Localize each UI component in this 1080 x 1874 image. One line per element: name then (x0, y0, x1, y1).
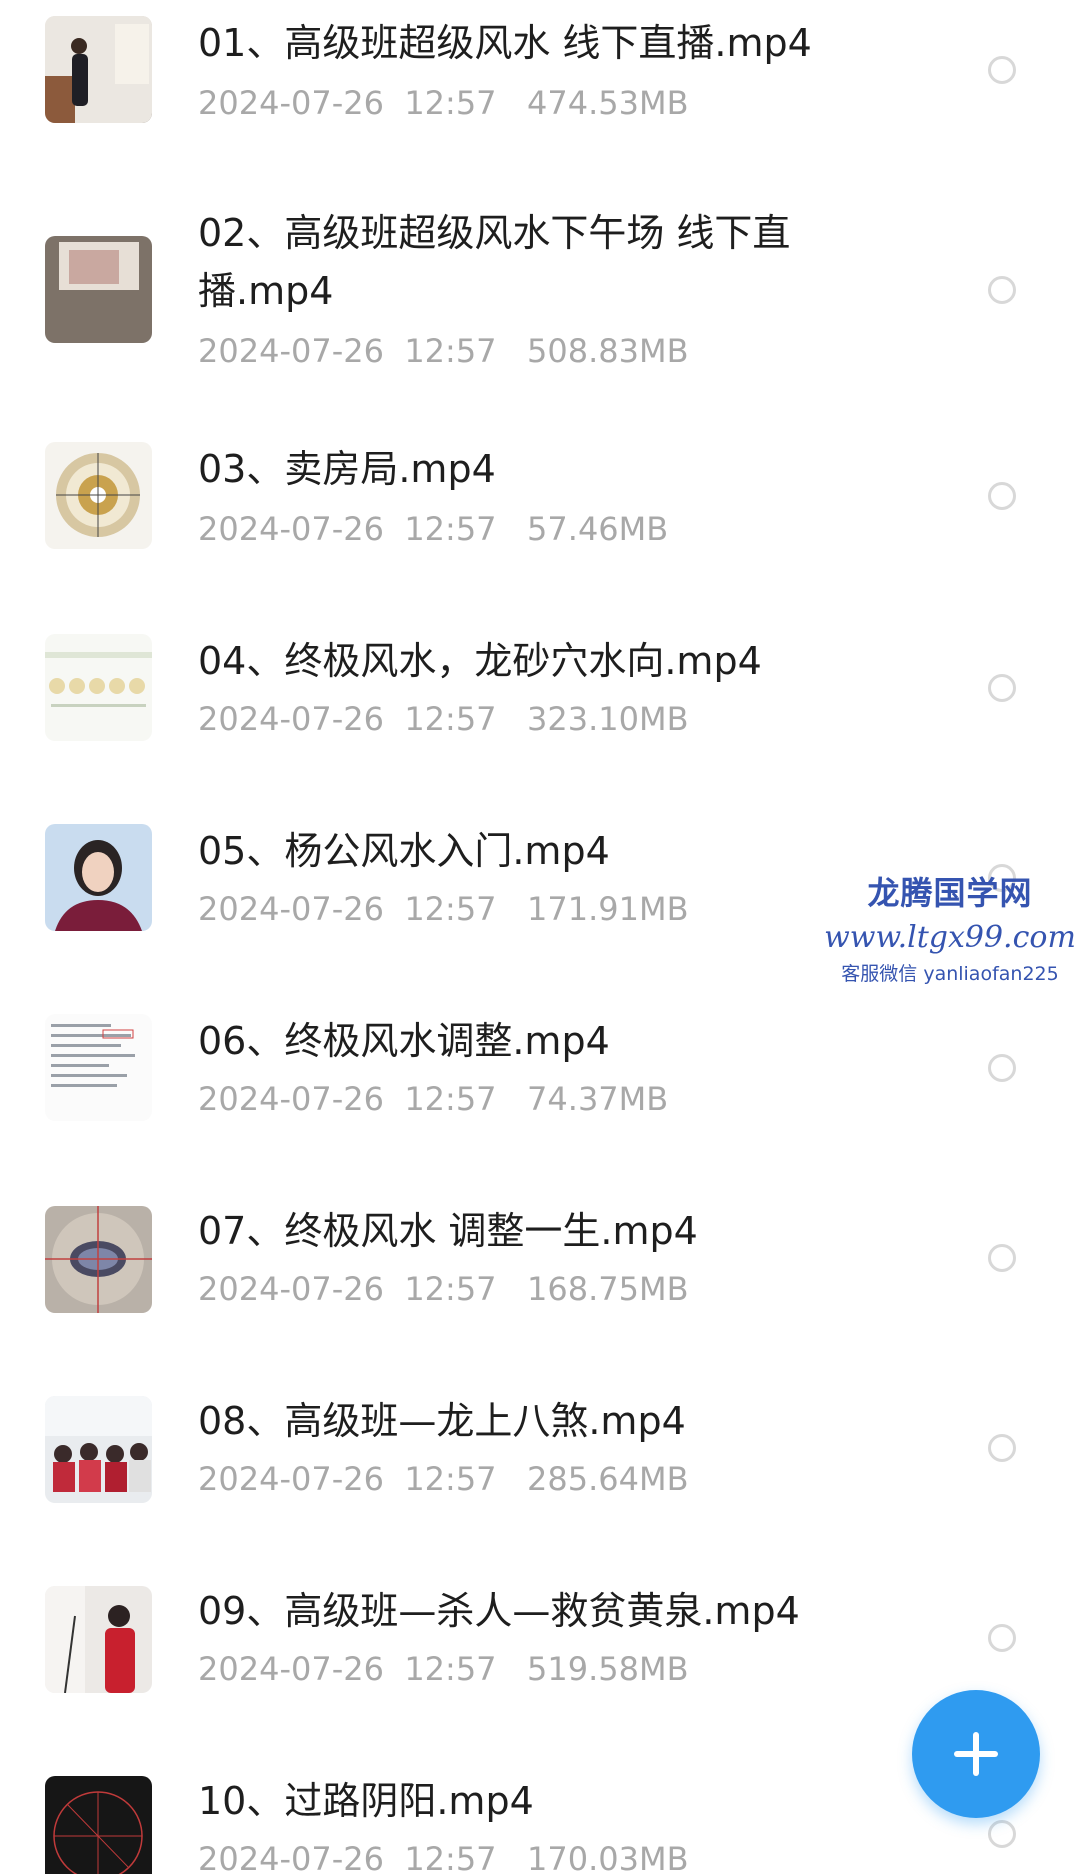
file-date: 2024-07-26 (198, 1270, 384, 1308)
file-meta: 2024-07-26 12:57 168.75MB (198, 1270, 689, 1308)
file-size: 474.53MB (527, 84, 689, 122)
text-document-thumbnail (45, 1014, 152, 1121)
video-thumbnail (45, 442, 152, 549)
file-list-screen: 01、高级班超级风水 线下直播.mp4 2024-07-26 12:57 474… (0, 0, 1080, 1874)
file-meta: 2024-07-26 12:57 170.03MB (198, 1840, 689, 1874)
select-radio[interactable] (988, 1820, 1016, 1848)
select-radio[interactable] (988, 1244, 1016, 1272)
file-date: 2024-07-26 (198, 84, 384, 122)
file-date: 2024-07-26 (198, 700, 384, 738)
lecturer-thumbnail (45, 1586, 152, 1693)
file-name: 02、高级班超级风水下午场 线下直播.mp4 (198, 211, 791, 313)
file-name: 08、高级班—龙上八煞.mp4 (198, 1399, 686, 1443)
file-meta: 2024-07-26 12:57 474.53MB (198, 84, 689, 122)
video-thumbnail (45, 1396, 152, 1503)
file-date: 2024-07-26 (198, 1840, 384, 1874)
file-meta: 2024-07-26 12:57 323.10MB (198, 700, 689, 738)
select-radio[interactable] (988, 1434, 1016, 1462)
file-date: 2024-07-26 (198, 510, 384, 548)
video-thumbnail (45, 1206, 152, 1313)
file-size: 168.75MB (527, 1270, 689, 1308)
select-radio[interactable] (988, 482, 1016, 510)
plus-icon (954, 1732, 998, 1776)
file-date: 2024-07-26 (198, 1080, 384, 1118)
file-time: 12:57 (404, 1650, 497, 1688)
file-meta: 2024-07-26 12:57 57.46MB (198, 510, 668, 548)
video-thumbnail (45, 1014, 152, 1121)
watermark-contact: 客服微信 yanliaofan225 (841, 963, 1059, 985)
video-thumbnail (45, 634, 152, 741)
file-time: 12:57 (404, 84, 497, 122)
file-size: 171.91MB (527, 890, 689, 928)
video-thumbnail (45, 16, 152, 123)
video-thumbnail (45, 824, 152, 931)
file-name: 03、卖房局.mp4 (198, 447, 496, 491)
watermark-title: 龙腾国学网 (867, 874, 1033, 912)
file-time: 12:57 (404, 1840, 497, 1874)
file-size: 508.83MB (527, 332, 689, 370)
file-time: 12:57 (404, 700, 497, 738)
thumbnail-scene (45, 236, 152, 343)
file-time: 12:57 (404, 510, 497, 548)
video-thumbnail (45, 1776, 152, 1874)
file-time: 12:57 (404, 332, 497, 370)
file-date: 2024-07-26 (198, 332, 384, 370)
file-name: 07、终极风水 调整一生.mp4 (198, 1209, 698, 1253)
select-radio[interactable] (988, 56, 1016, 84)
classroom-thumbnail (45, 1396, 152, 1503)
compass-thumbnail (45, 442, 152, 549)
file-size: 519.58MB (527, 1650, 689, 1688)
file-name: 05、杨公风水入门.mp4 (198, 829, 610, 873)
file-name: 09、高级班—杀人—救贫黄泉.mp4 (198, 1589, 800, 1633)
video-thumbnail (45, 236, 152, 343)
file-name: 01、高级班超级风水 线下直播.mp4 (198, 21, 812, 65)
file-size: 57.46MB (527, 510, 669, 548)
watermark: 龙腾国学网 www.ltgx99.com 客服微信 yanliaofan225 (820, 868, 1080, 986)
add-button[interactable] (912, 1690, 1040, 1818)
video-thumbnail (45, 1586, 152, 1693)
select-radio[interactable] (988, 674, 1016, 702)
thumbnail-scene (45, 16, 152, 123)
file-time: 12:57 (404, 890, 497, 928)
file-time: 12:57 (404, 1080, 497, 1118)
file-date: 2024-07-26 (198, 890, 384, 928)
file-time: 12:57 (404, 1270, 497, 1308)
star-chart-thumbnail (45, 1776, 152, 1874)
select-radio[interactable] (988, 1624, 1016, 1652)
compass-closeup-thumbnail (45, 1206, 152, 1313)
file-date: 2024-07-26 (198, 1650, 384, 1688)
select-radio[interactable] (988, 1054, 1016, 1082)
file-meta: 2024-07-26 12:57 508.83MB (198, 332, 689, 370)
file-size: 170.03MB (527, 1840, 689, 1874)
file-name: 06、终极风水调整.mp4 (198, 1019, 610, 1063)
select-radio[interactable] (988, 276, 1016, 304)
file-size: 285.64MB (527, 1460, 689, 1498)
file-meta: 2024-07-26 12:57 171.91MB (198, 890, 689, 928)
file-date: 2024-07-26 (198, 1460, 384, 1498)
file-name: 10、过路阴阳.mp4 (198, 1779, 534, 1823)
file-meta: 2024-07-26 12:57 285.64MB (198, 1460, 689, 1498)
file-meta: 2024-07-26 12:57 74.37MB (198, 1080, 668, 1118)
portrait-thumbnail (45, 824, 152, 931)
file-size: 323.10MB (527, 700, 689, 738)
file-meta: 2024-07-26 12:57 519.58MB (198, 1650, 689, 1688)
file-size: 74.37MB (527, 1080, 669, 1118)
file-time: 12:57 (404, 1460, 497, 1498)
watermark-url: www.ltgx99.com (824, 920, 1076, 955)
file-name: 04、终极风水，龙砂穴水向.mp4 (198, 639, 762, 683)
diagram-thumbnail (45, 634, 152, 741)
